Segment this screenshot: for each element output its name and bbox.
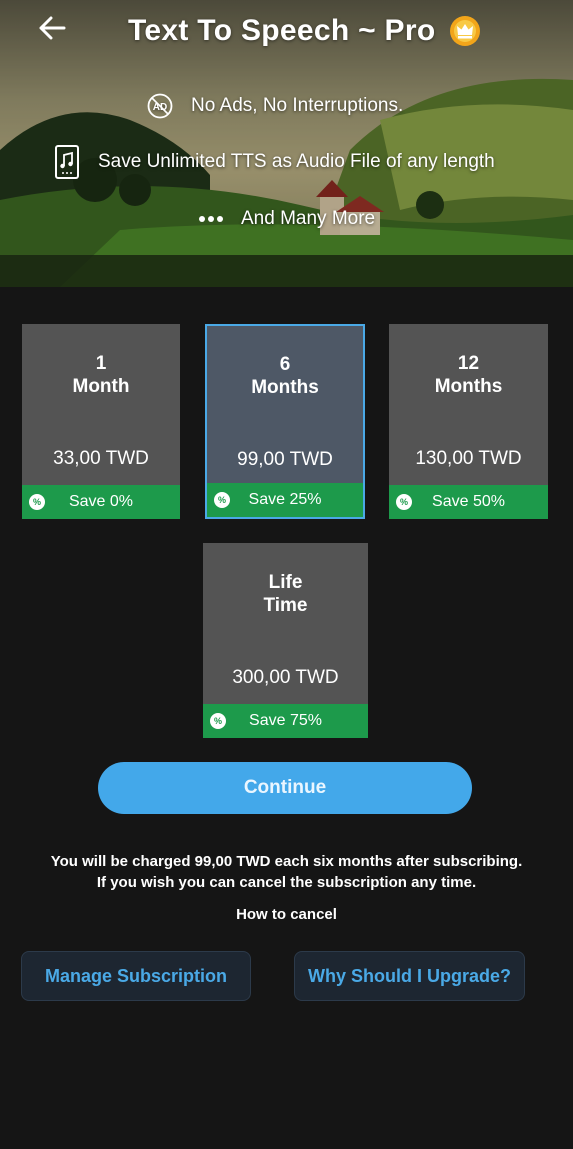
page-title-text: Text To Speech ~ Pro — [128, 14, 436, 47]
plan-duration-number: 1 — [95, 353, 107, 374]
page-title: Text To Speech ~ Pro — [128, 14, 481, 48]
feature-many-more: And Many More — [197, 208, 375, 230]
plan-savings-badge: % Save 75% — [203, 704, 368, 738]
plan-savings-badge: % Save 0% — [22, 485, 180, 519]
feature-no-ads: AD No Ads, No Interruptions. — [146, 92, 403, 120]
manage-subscription-button[interactable]: Manage Subscription — [21, 951, 251, 1001]
plan-card-6-months[interactable]: 6 Months 99,00 TWD % Save 25% — [205, 324, 365, 519]
feature-many-more-text: And Many More — [241, 208, 376, 229]
feature-no-ads-text: No Ads, No Interruptions. — [191, 95, 404, 116]
charge-note-line-2: If you wish you can cancel the subscript… — [96, 874, 477, 891]
plan-price: 300,00 TWD — [232, 667, 339, 688]
plan-name: 1 Month — [22, 352, 180, 398]
plan-price: 130,00 TWD — [415, 448, 522, 469]
plan-duration-number: 6 — [279, 354, 291, 375]
percent-icon: % — [396, 494, 412, 510]
audio-file-icon — [53, 143, 81, 181]
percent-icon: % — [214, 492, 230, 508]
more-dots-icon — [197, 208, 225, 230]
how-to-cancel-link[interactable]: How to cancel — [0, 906, 573, 923]
no-ads-icon: AD — [146, 92, 174, 120]
plan-price: 33,00 TWD — [53, 448, 149, 469]
charge-note-line-1: You will be charged 99,00 TWD each six m… — [50, 853, 523, 870]
percent-icon: % — [29, 494, 45, 510]
plan-savings-text: Save 0% — [68, 493, 134, 510]
plan-savings-text: Save 50% — [432, 493, 505, 510]
crown-icon — [450, 16, 481, 46]
plan-card-1-month[interactable]: 1 Month 33,00 TWD % Save 0% — [22, 324, 180, 519]
back-button[interactable] — [36, 12, 68, 44]
plan-card-lifetime[interactable]: Life Time 300,00 TWD % Save 75% — [203, 543, 368, 738]
plan-duration-unit: Time — [263, 595, 308, 616]
continue-button[interactable]: Continue — [98, 762, 472, 814]
feature-save-audio: Save Unlimited TTS as Audio File of any … — [53, 143, 495, 181]
plan-savings-text: Save 25% — [248, 491, 322, 508]
feature-save-audio-text: Save Unlimited TTS as Audio File of any … — [98, 151, 495, 172]
why-upgrade-button[interactable]: Why Should I Upgrade? — [294, 951, 525, 1001]
back-arrow-icon — [39, 16, 66, 40]
plan-savings-badge: % Save 25% — [207, 483, 363, 517]
plan-duration-number: 12 — [457, 353, 480, 374]
header-banner: Text To Speech ~ Pro AD No Ads, No Inter… — [0, 0, 573, 287]
plan-duration-unit: Month — [72, 376, 130, 397]
plan-price: 99,00 TWD — [237, 449, 333, 470]
plan-card-12-months[interactable]: 12 Months 130,00 TWD % Save 50% — [389, 324, 548, 519]
plan-duration-unit: Months — [434, 376, 503, 397]
plan-savings-badge: % Save 50% — [389, 485, 548, 519]
percent-icon: % — [210, 713, 226, 729]
plan-name: Life Time — [203, 571, 368, 617]
plan-savings-text: Save 75% — [249, 712, 322, 729]
plan-name: 6 Months — [207, 353, 363, 399]
plan-duration-unit: Months — [251, 377, 319, 398]
plan-name: 12 Months — [389, 352, 548, 398]
plan-duration-number: Life — [268, 572, 303, 593]
